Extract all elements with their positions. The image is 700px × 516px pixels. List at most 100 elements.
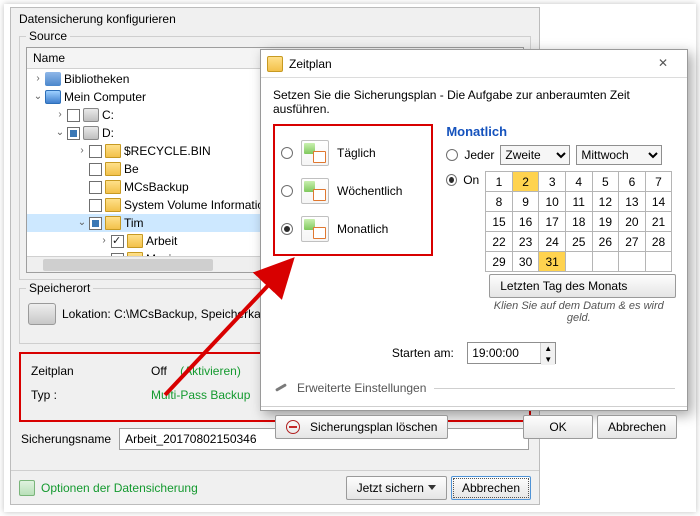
period-monthly[interactable]: Monatlich [281, 210, 425, 248]
delete-icon [286, 420, 300, 434]
chevron-down-icon [428, 485, 436, 490]
period-weekly[interactable]: Wöchentlich [281, 172, 425, 210]
radio-icon[interactable] [281, 185, 293, 197]
day-cell-9[interactable]: 9 [512, 192, 539, 212]
day-cell-11[interactable]: 11 [565, 192, 592, 212]
expand-icon[interactable]: › [97, 234, 111, 248]
day-cell-5[interactable]: 5 [592, 172, 619, 192]
collapse-icon[interactable]: ⌄ [53, 126, 67, 140]
time-spin-down[interactable]: ▼ [541, 354, 555, 365]
day-cell-1[interactable]: 1 [486, 172, 513, 192]
monthly-heading: Monatlich [446, 124, 672, 139]
calendar-icon [267, 56, 283, 72]
source-label: Source [26, 29, 70, 43]
day-cell-29[interactable]: 29 [486, 252, 513, 272]
folder-icon [105, 162, 121, 176]
cancel-button[interactable]: Abbrechen [451, 476, 531, 500]
folder-icon [105, 216, 121, 230]
day-cell-6[interactable]: 6 [619, 172, 646, 192]
day-cell-12[interactable]: 12 [592, 192, 619, 212]
day-cell-18[interactable]: 18 [565, 212, 592, 232]
day-cell-22[interactable]: 22 [486, 232, 513, 252]
dialog-cancel-button[interactable]: Abbrechen [597, 415, 677, 439]
delete-plan-button[interactable]: Sicherungsplan löschen [275, 415, 448, 439]
day-cell-26[interactable]: 26 [592, 232, 619, 252]
collapse-icon[interactable]: ⌄ [31, 90, 45, 104]
radio-on[interactable] [446, 174, 457, 186]
radio-each[interactable] [446, 149, 458, 161]
checkbox[interactable] [89, 181, 102, 194]
expand-icon[interactable]: › [31, 72, 45, 86]
close-button[interactable]: ✕ [645, 54, 681, 74]
location-label: Speicherort [26, 281, 93, 295]
day-cell-7[interactable]: 7 [645, 172, 672, 192]
checkbox-partial[interactable] [89, 217, 102, 230]
schedule-dialog: Zeitplan ✕ Setzen Sie die Sicherungsplan… [260, 49, 688, 411]
activate-link[interactable]: (Aktivieren) [180, 364, 241, 378]
folder-icon [105, 198, 121, 212]
drive-icon [83, 108, 99, 122]
expand-icon[interactable]: › [75, 144, 89, 158]
day-cell-28[interactable]: 28 [645, 232, 672, 252]
advanced-settings-toggle[interactable]: Erweiterte Einstellungen [273, 380, 675, 396]
day-cell-24[interactable]: 24 [539, 232, 566, 252]
day-cell-4[interactable]: 4 [565, 172, 592, 192]
expand-icon[interactable]: › [53, 108, 67, 122]
schedule-weekly-icon [301, 178, 329, 204]
day-cell-13[interactable]: 13 [619, 192, 646, 212]
day-picker-hint: Klien Sie auf dem Datum & es wird geld. [485, 300, 672, 324]
start-time-input[interactable]: ▲ ▼ [467, 342, 556, 364]
radio-icon[interactable] [281, 147, 293, 159]
options-icon [19, 480, 35, 496]
day-cell-20[interactable]: 20 [619, 212, 646, 232]
checkbox[interactable] [89, 145, 102, 158]
day-cell-3[interactable]: 3 [539, 172, 566, 192]
dialog-titlebar[interactable]: Zeitplan ✕ [261, 50, 687, 78]
day-cell-17[interactable]: 17 [539, 212, 566, 232]
checkbox[interactable] [89, 199, 102, 212]
folder-icon [105, 144, 121, 158]
drive-icon [28, 303, 56, 325]
day-cell-10[interactable]: 10 [539, 192, 566, 212]
start-time-field[interactable] [468, 343, 540, 363]
day-picker-grid[interactable]: 1234567891011121314151617181920212223242… [485, 171, 672, 272]
each-label: Jeder [464, 148, 494, 162]
day-cell-27[interactable]: 27 [619, 232, 646, 252]
day-cell-25[interactable]: 25 [565, 232, 592, 252]
day-cell-2[interactable]: 2 [512, 172, 539, 192]
last-day-button[interactable]: Letzten Tag des Monats [489, 274, 676, 298]
time-spin-up[interactable]: ▲ [541, 343, 555, 354]
checkbox-partial[interactable] [67, 127, 80, 140]
period-radiogroup: Täglich Wöchentlich Monatlich [273, 124, 433, 256]
backup-now-button[interactable]: Jetzt sichern [346, 476, 447, 500]
radio-icon-selected[interactable] [281, 223, 293, 235]
day-cell-8[interactable]: 8 [486, 192, 513, 212]
computer-icon [45, 90, 61, 104]
type-label: Typ : [31, 388, 121, 402]
ordinal-select[interactable]: ErsteZweiteDritteVierteLetzte [500, 145, 570, 165]
checkbox[interactable] [89, 163, 102, 176]
dialog-instruction: Setzen Sie die Sicherungsplan - Die Aufg… [273, 88, 675, 116]
schedule-label: Zeitplan [31, 364, 121, 378]
day-cell-31[interactable]: 31 [539, 252, 566, 272]
day-cell-21[interactable]: 21 [645, 212, 672, 232]
day-cell-14[interactable]: 14 [645, 192, 672, 212]
day-cell-23[interactable]: 23 [512, 232, 539, 252]
day-cell-30[interactable]: 30 [512, 252, 539, 272]
window-title: Datensicherung konfigurieren [11, 8, 539, 34]
day-cell-15[interactable]: 15 [486, 212, 513, 232]
checkbox[interactable] [67, 109, 80, 122]
weekday-select[interactable]: MontagDienstagMittwochDonnerstagFreitagS… [576, 145, 662, 165]
drive-icon [83, 126, 99, 140]
folder-icon [127, 234, 143, 248]
schedule-monthly-icon [301, 216, 329, 242]
checkbox-checked[interactable] [111, 235, 124, 248]
backup-options-link[interactable]: Optionen der Datensicherung [19, 480, 198, 496]
day-cell-19[interactable]: 19 [592, 212, 619, 232]
ok-button[interactable]: OK [523, 415, 593, 439]
day-cell-16[interactable]: 16 [512, 212, 539, 232]
collapse-icon[interactable]: ⌄ [75, 216, 89, 230]
backupname-label: Sicherungsname [21, 432, 111, 446]
type-value[interactable]: Multi-Pass Backup [151, 388, 250, 402]
period-daily[interactable]: Täglich [281, 134, 425, 172]
